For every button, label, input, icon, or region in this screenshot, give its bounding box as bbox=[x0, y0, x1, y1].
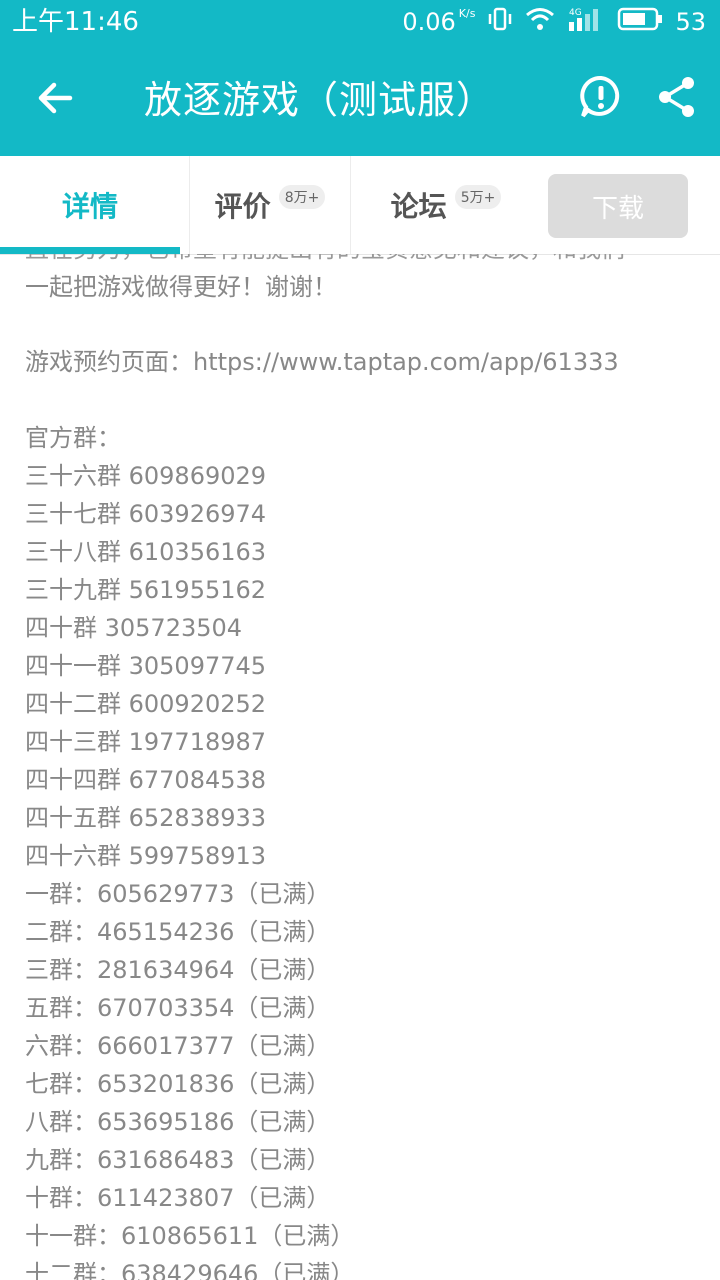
reserve-link-text[interactable]: 游戏预约页面：https://www.taptap.com/app/61333 bbox=[25, 343, 619, 381]
group-item: 十二群：638429646（已满） bbox=[25, 1260, 355, 1280]
group-item: 三十七群 603926974 bbox=[25, 500, 267, 528]
group-item: 四十四群 677084538 bbox=[25, 766, 267, 794]
count-badge: 8万+ bbox=[278, 185, 326, 209]
network-type: 4G bbox=[569, 8, 582, 18]
group-heading: 官方群： bbox=[25, 424, 121, 452]
page-title: 放逐游戏（测试服） bbox=[144, 78, 496, 122]
battery-icon bbox=[617, 7, 663, 37]
download-button[interactable]: 下载 bbox=[548, 174, 688, 238]
tab-label: 论坛 bbox=[390, 190, 447, 223]
group-item: 一群：605629773（已满） bbox=[25, 880, 331, 908]
network-speed: 0.06 K/s bbox=[402, 7, 476, 37]
signal-icon: 4G bbox=[567, 6, 605, 38]
tab-forum[interactable]: 论坛 5万+ bbox=[351, 156, 541, 254]
wifi-icon bbox=[525, 6, 555, 38]
speed-value: 0.06 bbox=[402, 8, 456, 36]
group-item: 二群：465154236（已满） bbox=[25, 918, 331, 946]
group-item: 四十六群 599758913 bbox=[25, 842, 267, 870]
group-item: 四十五群 652838933 bbox=[25, 804, 267, 832]
group-item: 三十八群 610356163 bbox=[25, 538, 267, 566]
report-icon[interactable] bbox=[578, 74, 624, 120]
group-item: 三群：281634964（已满） bbox=[25, 956, 331, 984]
group-item: 四十群 305723504 bbox=[25, 614, 243, 642]
detail-content: 直在努力，也希望有能提出有的宝贵意见和建议，和我们 一起把游戏做得更好！谢谢！ … bbox=[0, 254, 720, 1280]
group-item: 十一群：610865611（已满） bbox=[25, 1222, 355, 1250]
vibrate-icon bbox=[487, 6, 513, 38]
tab-label: 评价 bbox=[214, 190, 271, 223]
tab-details[interactable]: 详情 bbox=[0, 156, 180, 254]
group-item: 三十六群 609869029 bbox=[25, 462, 267, 490]
status-icons: 0.06 K/s 4G 53 bbox=[402, 6, 706, 38]
status-time: 上午11:46 bbox=[12, 7, 139, 37]
group-item: 六群：666017377（已满） bbox=[25, 1032, 331, 1060]
count-badge: 5万+ bbox=[454, 185, 502, 209]
description-text: 直在努力，也希望有能提出有的宝贵意见和建议，和我们 bbox=[25, 254, 625, 268]
description-text: 一起把游戏做得更好！谢谢！ bbox=[25, 273, 337, 301]
share-icon[interactable] bbox=[654, 74, 700, 120]
active-tab-indicator bbox=[0, 247, 180, 254]
battery-level: 53 bbox=[675, 8, 706, 36]
app-toolbar: 放逐游戏（测试服） bbox=[0, 46, 720, 156]
group-item: 七群：653201836（已满） bbox=[25, 1070, 331, 1098]
group-item: 三十九群 561955162 bbox=[25, 576, 267, 604]
tab-label: 详情 bbox=[61, 190, 118, 223]
status-bar: 上午11:46 0.06 K/s 4G 53 bbox=[0, 0, 720, 46]
group-item: 八群：653695186（已满） bbox=[25, 1108, 331, 1136]
tab-reviews[interactable]: 评价 8万+ bbox=[190, 156, 350, 254]
group-item: 四十一群 305097745 bbox=[25, 652, 267, 680]
group-item: 十群：611423807（已满） bbox=[25, 1184, 331, 1212]
group-item: 五群：670703354（已满） bbox=[25, 994, 331, 1022]
group-item: 四十三群 197718987 bbox=[25, 728, 267, 756]
back-arrow-icon[interactable] bbox=[32, 74, 80, 122]
group-item: 四十二群 600920252 bbox=[25, 690, 267, 718]
group-item: 九群：631686483（已满） bbox=[25, 1146, 331, 1174]
speed-unit: K/s bbox=[458, 7, 476, 20]
